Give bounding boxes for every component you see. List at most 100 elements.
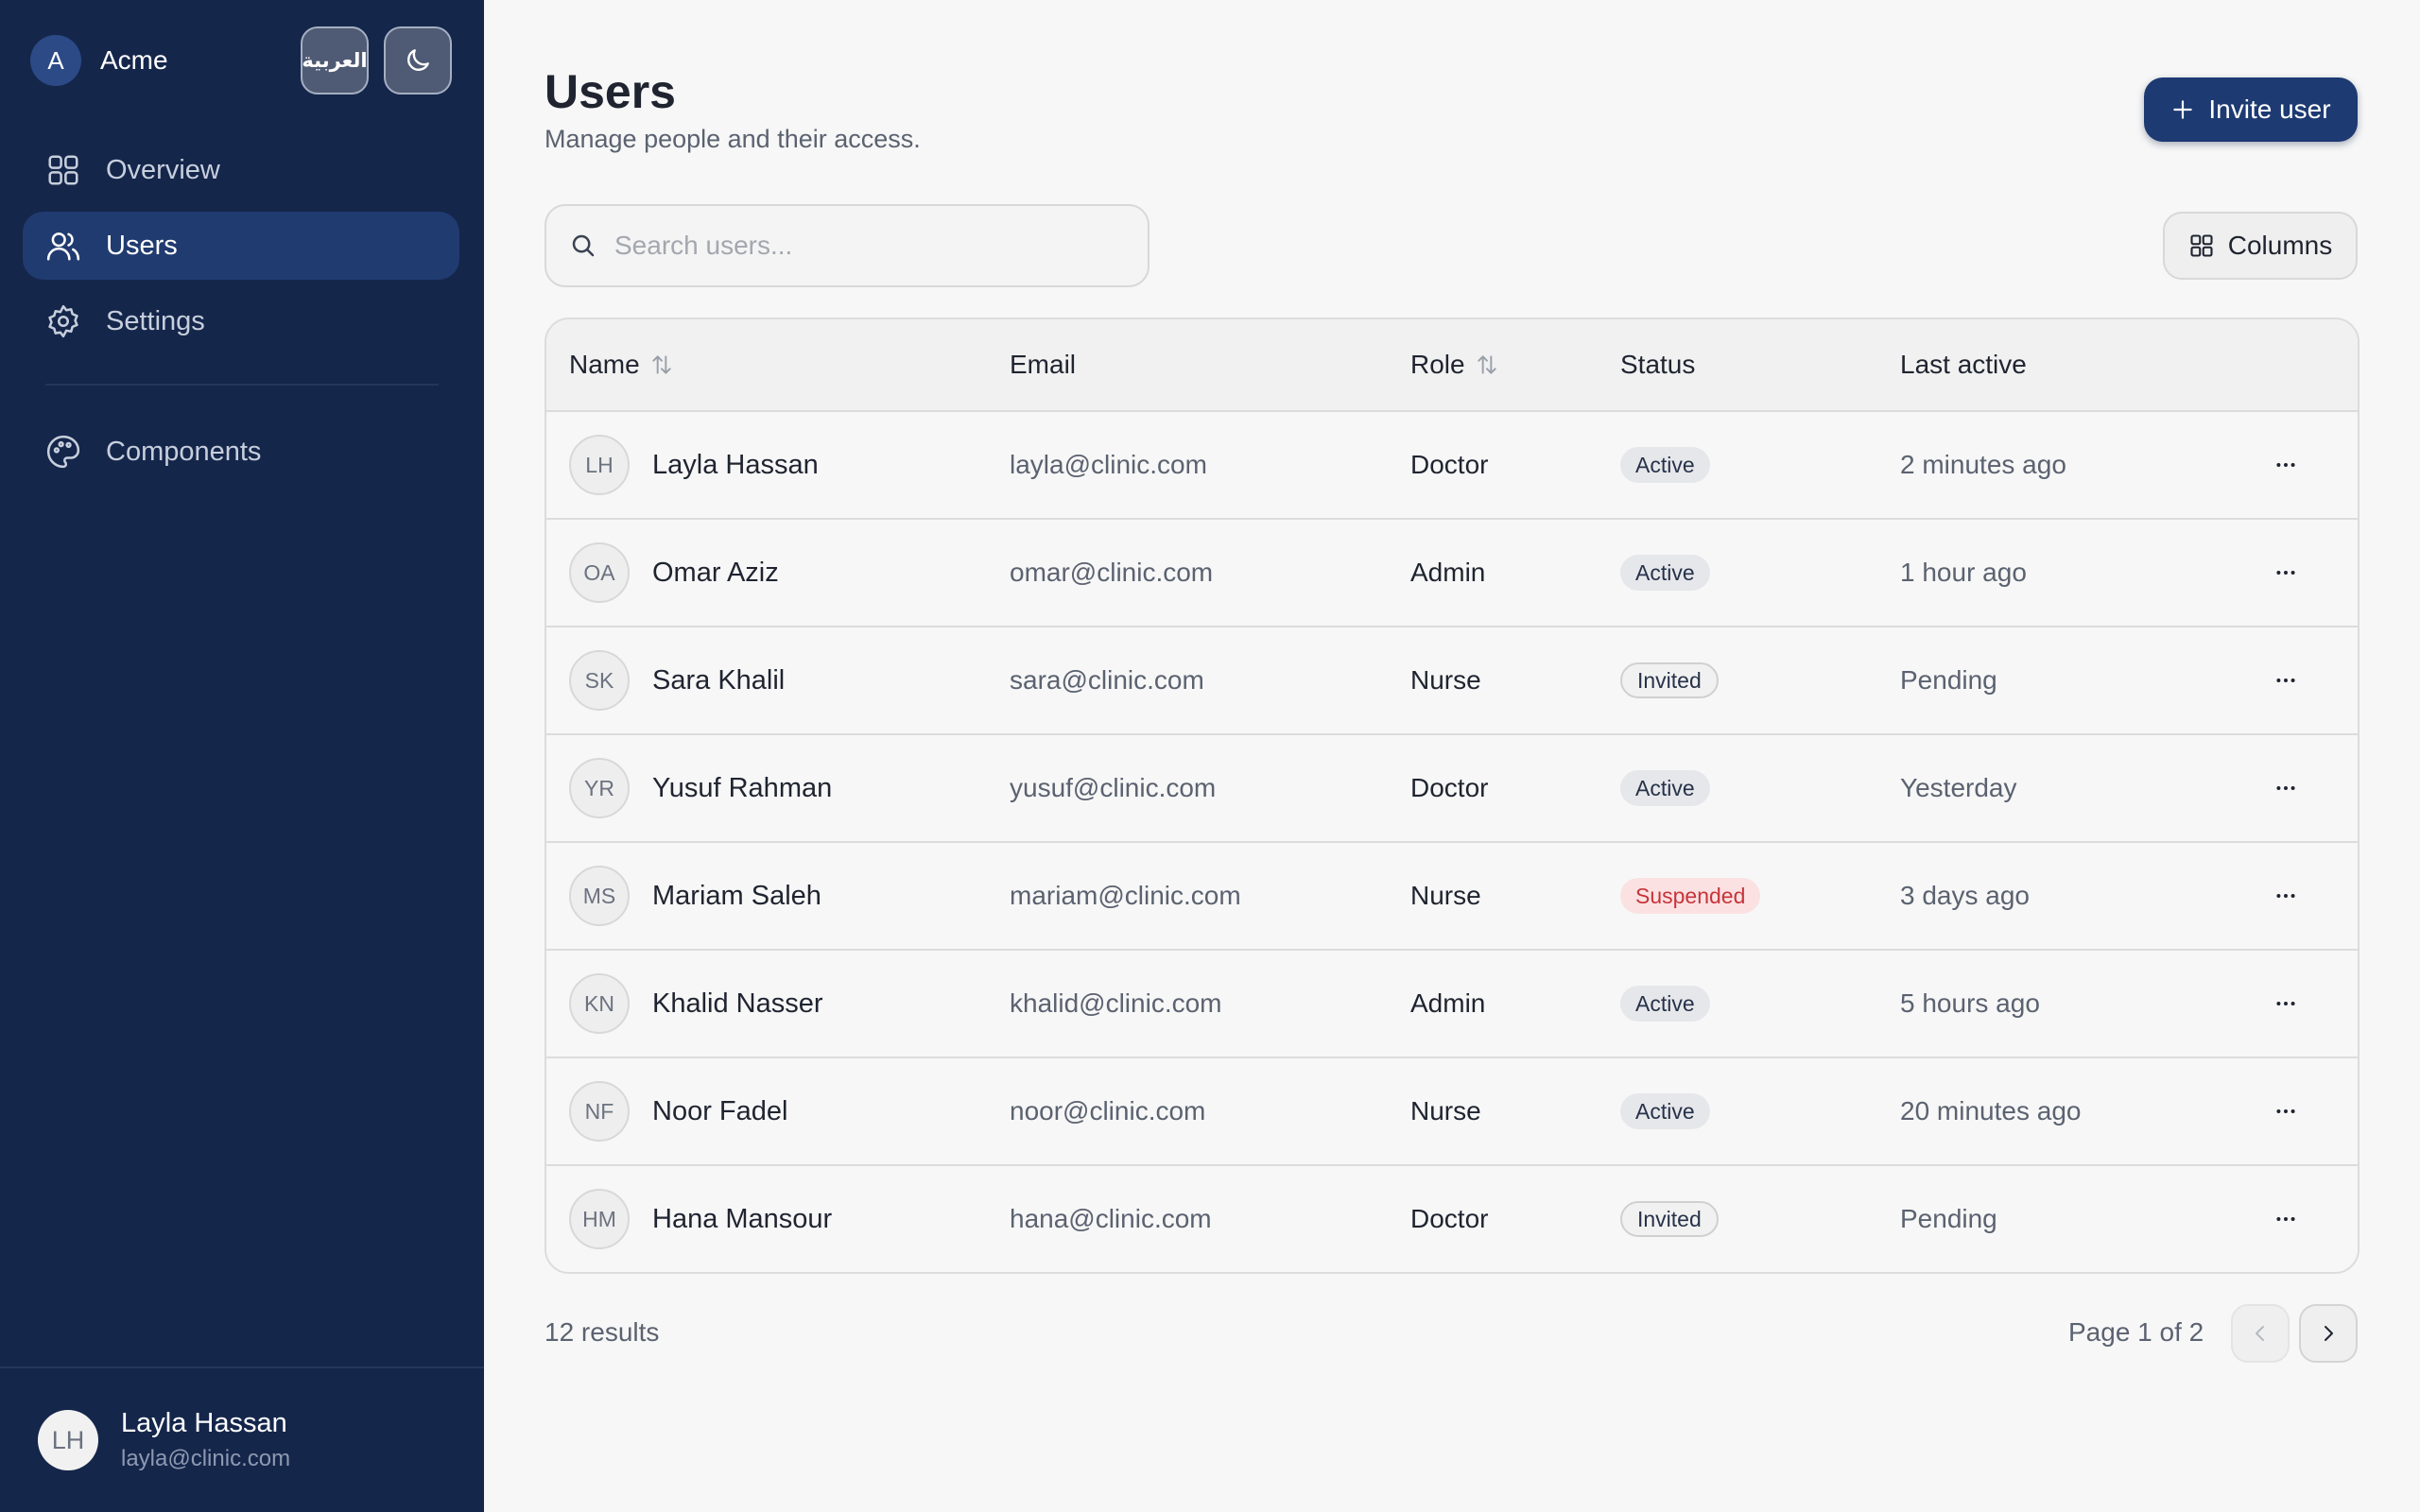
sidebar-item-settings[interactable]: Settings — [23, 287, 459, 355]
brand: A Acme العربية — [30, 26, 456, 94]
row-actions-button[interactable] — [2263, 1166, 2308, 1272]
previous-page-button[interactable] — [2231, 1304, 2290, 1363]
user-cell: NF Noor Fadel — [569, 1058, 787, 1164]
user-email: yusuf@clinic.com — [1010, 773, 1217, 802]
user-cell: KN Khalid Nasser — [569, 951, 823, 1057]
user-role: Admin — [1410, 558, 1486, 587]
search-field[interactable] — [544, 204, 1150, 287]
last-active: 2 minutes ago — [1900, 450, 2066, 479]
sidebar-item-label: Settings — [106, 305, 205, 336]
table-row[interactable]: KN Khalid Nasser khalid@clinic.com Admin… — [546, 951, 2358, 1058]
user-name: Yusuf Rahman — [652, 772, 833, 803]
nav-divider — [45, 384, 439, 386]
search-input[interactable] — [614, 231, 1125, 261]
next-page-button[interactable] — [2299, 1304, 2358, 1363]
more-horizontal-icon — [2276, 679, 2295, 682]
last-active: 5 hours ago — [1900, 988, 2040, 1018]
users-table: Name Email Role Status Last active LH La… — [544, 318, 2360, 1274]
last-active: Pending — [1900, 1204, 1997, 1233]
columns-label: Columns — [2227, 231, 2333, 260]
page-title: Users — [544, 65, 676, 118]
more-horizontal-icon — [2276, 1109, 2295, 1113]
chevron-right-icon — [2325, 1326, 2333, 1341]
last-active: Pending — [1900, 665, 1997, 695]
sidebar-item-users[interactable]: Users — [23, 212, 459, 280]
column-header-email: Email — [1010, 319, 1076, 410]
user-role: Doctor — [1410, 450, 1489, 479]
brand-name: Acme — [100, 45, 168, 75]
status-badge: Active — [1620, 447, 1710, 483]
column-header-label: Email — [1010, 350, 1077, 379]
last-active: Yesterday — [1900, 773, 2017, 802]
invite-user-button[interactable]: Invite user — [2144, 77, 2358, 142]
theme-toggle-button[interactable] — [384, 26, 452, 94]
row-actions-button[interactable] — [2263, 951, 2308, 1057]
table-row[interactable]: NF Noor Fadel noor@clinic.com Nurse Acti… — [546, 1058, 2358, 1166]
user-cell: MS Mariam Saleh — [569, 843, 821, 949]
users-icon — [46, 232, 80, 261]
user-name: Khalid Nasser — [652, 988, 823, 1019]
avatar: LH — [38, 1410, 98, 1470]
sidebar-item-components[interactable]: Components — [23, 418, 459, 486]
column-header-label: Last active — [1900, 350, 2027, 379]
row-actions-button[interactable] — [2263, 412, 2308, 518]
table-row[interactable]: LH Layla Hassan layla@clinic.com Doctor … — [546, 412, 2358, 520]
grid-icon — [2190, 234, 2213, 257]
account-menu[interactable]: LH Layla Hassan layla@clinic.com — [0, 1366, 484, 1512]
sort-icon — [652, 355, 671, 374]
account-email: layla@clinic.com — [121, 1446, 291, 1471]
column-header-name[interactable]: Name — [569, 319, 674, 410]
user-role: Doctor — [1410, 773, 1489, 802]
user-name: Hana Mansour — [652, 1203, 833, 1234]
row-actions-button[interactable] — [2263, 520, 2308, 626]
row-actions-button[interactable] — [2263, 843, 2308, 949]
status-badge: Invited — [1620, 662, 1719, 698]
gear-icon — [48, 304, 78, 338]
status-cell: Invited — [1620, 627, 1719, 733]
user-role: Nurse — [1410, 665, 1481, 695]
status-badge: Active — [1620, 555, 1710, 591]
avatar: HM — [569, 1189, 630, 1249]
status-cell: Active — [1620, 1058, 1710, 1164]
invite-user-label: Invite user — [2208, 94, 2331, 124]
sidebar-item-overview[interactable]: Overview — [23, 136, 459, 204]
row-actions-button[interactable] — [2263, 735, 2308, 841]
more-horizontal-icon — [2276, 1217, 2295, 1221]
last-active: 1 hour ago — [1900, 558, 2027, 587]
moon-icon — [407, 49, 429, 71]
user-role: Nurse — [1410, 881, 1481, 910]
sort-icon — [1477, 355, 1496, 374]
status-badge: Invited — [1620, 1201, 1719, 1237]
table-row[interactable]: MS Mariam Saleh mariam@clinic.com Nurse … — [546, 843, 2358, 951]
page-indicator: Page 1 of 2 — [2068, 1317, 2204, 1347]
column-header-label: Name — [569, 350, 640, 379]
user-cell: HM Hana Mansour — [569, 1166, 832, 1272]
user-name: Mariam Saleh — [652, 880, 821, 911]
sidebar: A Acme العربية Overview Users Settings C… — [0, 0, 484, 1512]
page-subtitle: Manage people and their access. — [544, 125, 921, 153]
table-row[interactable]: HM Hana Mansour hana@clinic.com Doctor I… — [546, 1166, 2358, 1272]
status-cell: Suspended — [1620, 843, 1761, 949]
user-email: hana@clinic.com — [1010, 1204, 1212, 1233]
user-email: sara@clinic.com — [1010, 665, 1204, 695]
avatar: OA — [569, 542, 630, 603]
language-toggle-button[interactable]: العربية — [301, 26, 369, 94]
table-row[interactable]: OA Omar Aziz omar@clinic.com Admin Activ… — [546, 520, 2358, 627]
avatar: LH — [569, 435, 630, 495]
account-name: Layla Hassan — [121, 1408, 287, 1438]
status-badge: Active — [1620, 770, 1710, 806]
user-name: Layla Hassan — [652, 449, 819, 480]
row-actions-button[interactable] — [2263, 627, 2308, 733]
column-header-role[interactable]: Role — [1410, 319, 1499, 410]
sidebar-section-components: Components — [23, 418, 459, 493]
columns-button[interactable]: Columns — [2163, 212, 2358, 280]
row-actions-button[interactable] — [2263, 1058, 2308, 1164]
table-row[interactable]: YR Yusuf Rahman yusuf@clinic.com Doctor … — [546, 735, 2358, 843]
table-row[interactable]: SK Sara Khalil sara@clinic.com Nurse Inv… — [546, 627, 2358, 735]
more-horizontal-icon — [2276, 463, 2295, 467]
results-count: 12 results — [544, 1317, 660, 1347]
status-cell: Invited — [1620, 1166, 1719, 1272]
status-badge: Active — [1620, 1093, 1710, 1129]
sidebar-item-label: Components — [106, 436, 262, 467]
user-name: Sara Khalil — [652, 664, 786, 696]
